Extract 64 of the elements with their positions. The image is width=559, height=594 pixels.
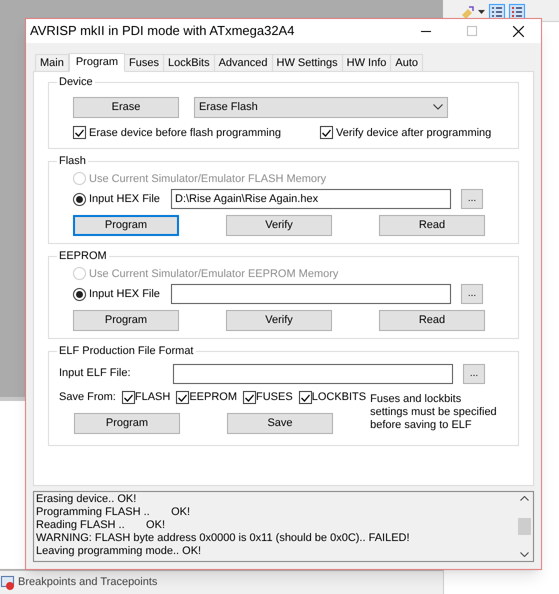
close-icon <box>512 26 524 36</box>
checkbox-label: Erase device before flash programming <box>89 126 281 140</box>
group-title: Flash <box>58 154 87 169</box>
elf-file-field[interactable] <box>173 364 453 384</box>
details-view-icon[interactable] <box>509 4 525 20</box>
minimize-icon <box>421 30 431 32</box>
group-title: EEPROM <box>58 249 108 264</box>
group-title: Device <box>58 75 94 90</box>
scroll-up-icon[interactable] <box>520 496 529 501</box>
radio-label: Input HEX File <box>89 192 160 207</box>
button[interactable]: Program <box>73 215 179 236</box>
browse-button[interactable]: ... <box>461 284 483 304</box>
breakpoint-window-icon <box>1 576 15 590</box>
dropdown-arrow-icon[interactable] <box>478 10 485 14</box>
button[interactable]: Read <box>379 310 485 331</box>
checkbox-label: FLASH <box>134 390 170 406</box>
radio-label: Input HEX File <box>89 286 160 302</box>
radio-label: Use Current Simulator/Emulator FLASH Memory <box>89 172 326 186</box>
list-view-icon[interactable] <box>489 4 505 20</box>
tab[interactable]: Program <box>68 53 126 72</box>
tab[interactable]: HW Settings <box>272 54 343 71</box>
radio-button[interactable] <box>73 288 86 300</box>
radio-button[interactable] <box>73 192 86 206</box>
field-label: Save From: <box>59 390 116 406</box>
radio-label: Use Current Simulator/Emulator EEPROM Memory <box>89 266 338 282</box>
erase-mode-dropdown[interactable]: Erase Flash <box>194 96 448 118</box>
checkbox[interactable] <box>176 391 190 404</box>
maximize-icon <box>467 26 477 36</box>
checkbox[interactable] <box>298 391 312 404</box>
browse-button[interactable]: ... <box>461 189 483 209</box>
field-label: Input ELF File: <box>59 366 132 382</box>
scroll-thumb[interactable] <box>518 518 531 535</box>
log-line: WARNING: FLASH byte address 0x0000 is 0x11 (should be 0x0C).. FAILED! <box>36 532 411 545</box>
pencil-icon[interactable] <box>460 5 474 19</box>
button[interactable]: Read <box>379 215 485 236</box>
log-line: Leaving programming mode.. OK! <box>36 545 202 558</box>
button[interactable]: Program <box>74 412 180 434</box>
button[interactable]: Verify <box>226 310 332 331</box>
browse-button[interactable]: ... <box>463 364 485 384</box>
log-line: Reading FLASH .. OK! <box>36 519 166 532</box>
checkbox[interactable] <box>243 391 256 404</box>
tab[interactable]: Auto <box>390 54 424 71</box>
checkbox[interactable] <box>320 126 333 140</box>
checkbox-label: LOCKBITS <box>312 390 366 406</box>
button[interactable]: Verify <box>226 215 332 236</box>
log-line: Programming FLASH .. OK! <box>36 506 192 519</box>
checkbox-label: EEPROM <box>189 390 238 406</box>
checkbox-label: Verify device after programming <box>336 126 492 140</box>
log-line: Erasing device.. OK! <box>36 493 138 506</box>
file-path-field[interactable] <box>171 284 451 304</box>
chevron-down-icon <box>433 104 443 110</box>
scroll-down-icon[interactable] <box>520 552 529 557</box>
note-text: Fuses and lockbits settings must be specified before saving to ELF <box>370 392 498 432</box>
panel-tab-label[interactable]: Breakpoints and Tracepoints <box>18 574 158 591</box>
checkbox[interactable] <box>73 126 86 140</box>
button[interactable]: Save <box>227 412 333 434</box>
tab[interactable]: Main <box>35 54 69 71</box>
checkbox[interactable] <box>122 391 135 404</box>
window-title: AVRISP mkII in PDI mode with ATxmega32A4 <box>29 22 296 40</box>
button[interactable]: Program <box>73 310 179 331</box>
file-path-field[interactable]: D:\Rise Again\Rise Again.hex <box>171 189 451 209</box>
group-title: ELF Production File Format <box>58 344 194 359</box>
checkbox-label: FUSES <box>256 390 293 406</box>
button[interactable]: Erase <box>73 96 179 118</box>
